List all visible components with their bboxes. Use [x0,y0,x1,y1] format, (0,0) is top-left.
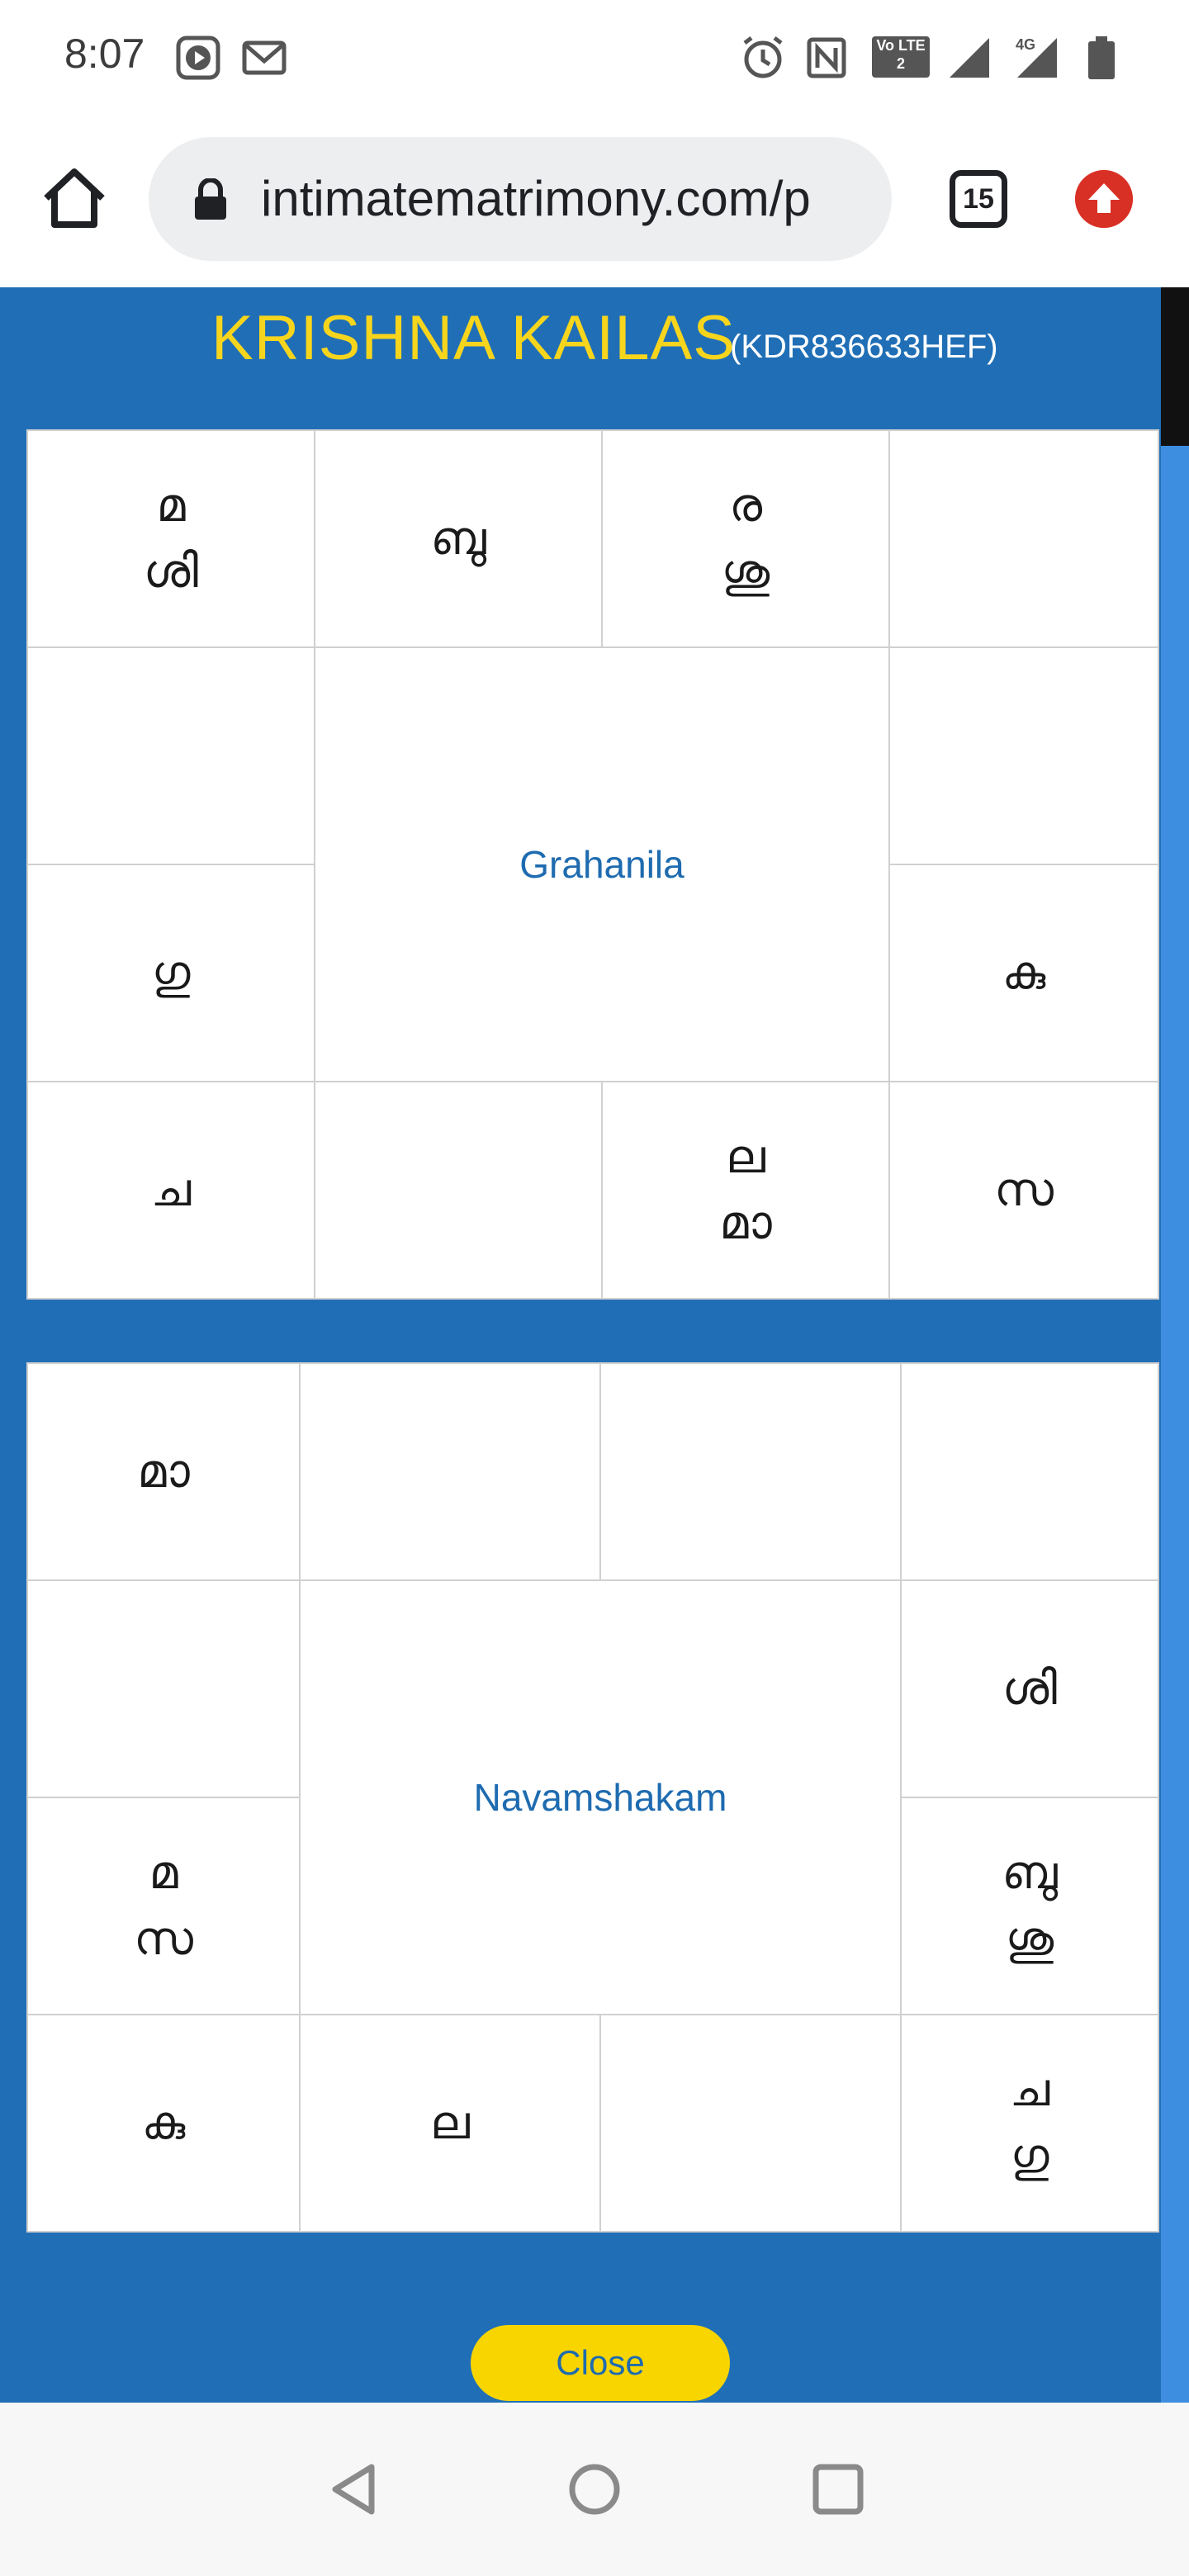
chart-title: Grahanila [519,843,685,886]
system-nav-bar [0,2403,1189,2576]
planet-label: ര [728,478,763,533]
profile-id: (KDR836633HEF) [730,329,998,365]
grahanila-chart: മ ശി ബു ര ശു Grahanila ഗു കു ച ല മാ സ [26,429,1159,1300]
planet-label: കു [141,2095,186,2150]
chart-cell: ബു [315,431,601,646]
youtube-icon [176,36,220,80]
chart-cell: മ ശി [28,431,314,646]
chart-cell [902,1364,1158,1579]
gmail-icon [242,40,287,75]
planet-label: മാ [719,1196,772,1250]
chart-cell: സ [890,1082,1158,1298]
chart-cell: ബു ശു [902,1798,1158,2014]
battery-icon [1088,36,1115,79]
horoscope-modal: KRISHNA KAILAS (KDR836633HEF) മ ശി ബു ര … [0,287,1161,2403]
chart-cell [890,648,1158,864]
chart-cell [601,2015,900,2231]
chart-cell: മ സ [28,1798,299,2014]
planet-label: ഗു [1010,2129,1049,2183]
planet-label: ശി [143,544,199,599]
chart-cell [601,1364,900,1579]
url-bar[interactable]: intimatematrimony.com/p [149,137,892,261]
chart-center: Navamshakam [301,1581,900,2014]
planet-label: ശു [721,544,770,599]
alarm-icon [743,36,783,78]
chart-cell [28,648,314,864]
planet-label: ബു [430,511,486,566]
chart-cell [28,1581,299,1797]
chart-center: Grahanila [315,648,888,1081]
planet-label: മ [149,1845,178,1900]
browser-toolbar: intimatematrimony.com/p 15 [0,112,1189,287]
lock-icon [195,178,226,220]
planet-label: സ [994,1163,1054,1217]
chart-cell: മാ [28,1364,299,1579]
back-icon[interactable] [325,2460,383,2518]
planet-label: മാ [137,1444,190,1499]
signal-4g-icon: 4G [1016,36,1057,78]
chart-cell [890,431,1158,646]
chart-cell: ശി [902,1581,1158,1797]
url-text: intimatematrimony.com/p [261,171,811,226]
chart-cell: ച ഗു [902,2015,1158,2231]
planet-label: സ [134,1911,193,1966]
planet-label: ച [150,1163,192,1217]
navamshakam-chart: മാ Navamshakam ശി മ സ ബു ശു കു ല ച ഗു [26,1362,1159,2233]
planet-label: കു [1002,945,1046,1000]
scrollbar-thumb[interactable] [1161,287,1189,446]
home-icon[interactable] [41,165,107,231]
update-icon[interactable] [1075,170,1133,228]
status-time: 8:07 [64,31,145,77]
profile-name: KRISHNA KAILAS [211,303,736,373]
nfc-icon [807,37,846,78]
tab-switcher-button[interactable]: 15 [950,170,1007,228]
planet-label: ശു [1005,1911,1054,1966]
planet-label: ല [430,2095,470,2150]
svg-text:4G: 4G [1016,36,1035,53]
volte-icon: Vo LTE 2 [872,36,930,78]
chart-cell: ച [28,1082,314,1298]
chart-cell: കു [890,865,1158,1081]
planet-label: മ [156,478,186,533]
planet-label: ല [726,1129,765,1184]
chart-cell: ഗു [28,865,314,1081]
chart-cell [315,1082,601,1298]
chart-title: Navamshakam [473,1776,727,1819]
chart-cell: ര ശു [603,431,888,646]
close-button[interactable]: Close [471,2325,730,2401]
chart-cell: ല മാ [603,1082,888,1298]
chart-cell: കു [28,2015,299,2231]
planet-label: ഗു [151,945,191,1000]
chart-cell: ല [301,2015,599,2231]
planet-label: ബു [1002,1845,1058,1900]
signal-icon [950,38,989,78]
planet-label: ശി [1002,1661,1058,1716]
recents-icon[interactable] [809,2460,867,2518]
home-nav-icon[interactable] [566,2460,623,2518]
chart-cell [301,1364,599,1579]
scrollbar-track[interactable] [1161,287,1189,2403]
planet-label: ച [1009,2062,1050,2117]
status-bar: 8:07 Vo LTE 2 4G [0,0,1189,112]
